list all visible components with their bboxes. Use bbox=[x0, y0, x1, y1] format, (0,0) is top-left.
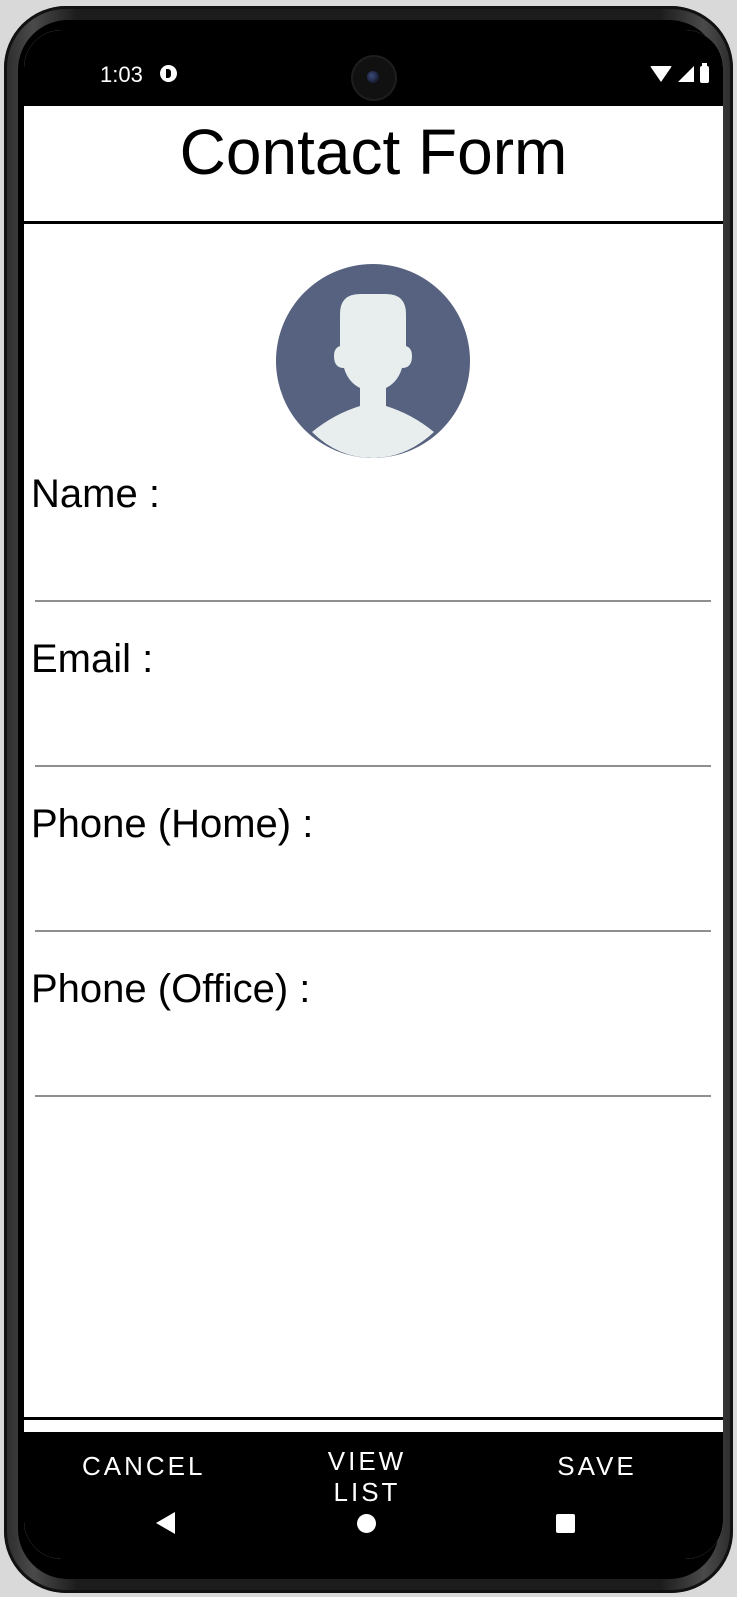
phone-office-input[interactable] bbox=[35, 1037, 711, 1097]
status-time: 1:03 bbox=[100, 62, 143, 87]
person-silhouette-icon bbox=[312, 294, 434, 458]
page-title: Contact Form bbox=[179, 116, 568, 188]
cell-signal-icon bbox=[678, 66, 694, 82]
wifi-icon bbox=[650, 66, 672, 82]
email-input[interactable] bbox=[35, 707, 711, 767]
nav-back-icon[interactable] bbox=[156, 1512, 175, 1534]
name-input[interactable] bbox=[35, 542, 711, 602]
app-screen: 1:03 Contact Form Name : Email : Phone (… bbox=[24, 30, 723, 1559]
status-icons bbox=[650, 63, 709, 84]
nav-recents-icon[interactable] bbox=[556, 1514, 575, 1533]
cancel-button[interactable]: CANCEL bbox=[82, 1446, 202, 1486]
app-notification-icon bbox=[160, 65, 177, 82]
status-bar: 1:03 bbox=[24, 30, 723, 106]
front-camera bbox=[353, 57, 395, 99]
nav-home-icon[interactable] bbox=[357, 1514, 376, 1533]
silhouette-body bbox=[312, 294, 434, 458]
view-list-button[interactable]: VIEW LIST bbox=[292, 1446, 442, 1507]
header-divider bbox=[24, 221, 723, 224]
action-bar: CANCEL VIEW LIST SAVE bbox=[24, 1432, 723, 1559]
battery-icon bbox=[700, 63, 709, 83]
contact-avatar[interactable] bbox=[276, 264, 470, 458]
phone-home-label: Phone (Home) : bbox=[31, 802, 314, 846]
footer-divider bbox=[24, 1417, 723, 1420]
name-label: Name : bbox=[31, 472, 160, 516]
phone-office-label: Phone (Office) : bbox=[31, 967, 311, 1011]
email-label: Email : bbox=[31, 637, 154, 681]
save-button[interactable]: SAVE bbox=[557, 1446, 637, 1486]
phone-home-input[interactable] bbox=[35, 872, 711, 932]
